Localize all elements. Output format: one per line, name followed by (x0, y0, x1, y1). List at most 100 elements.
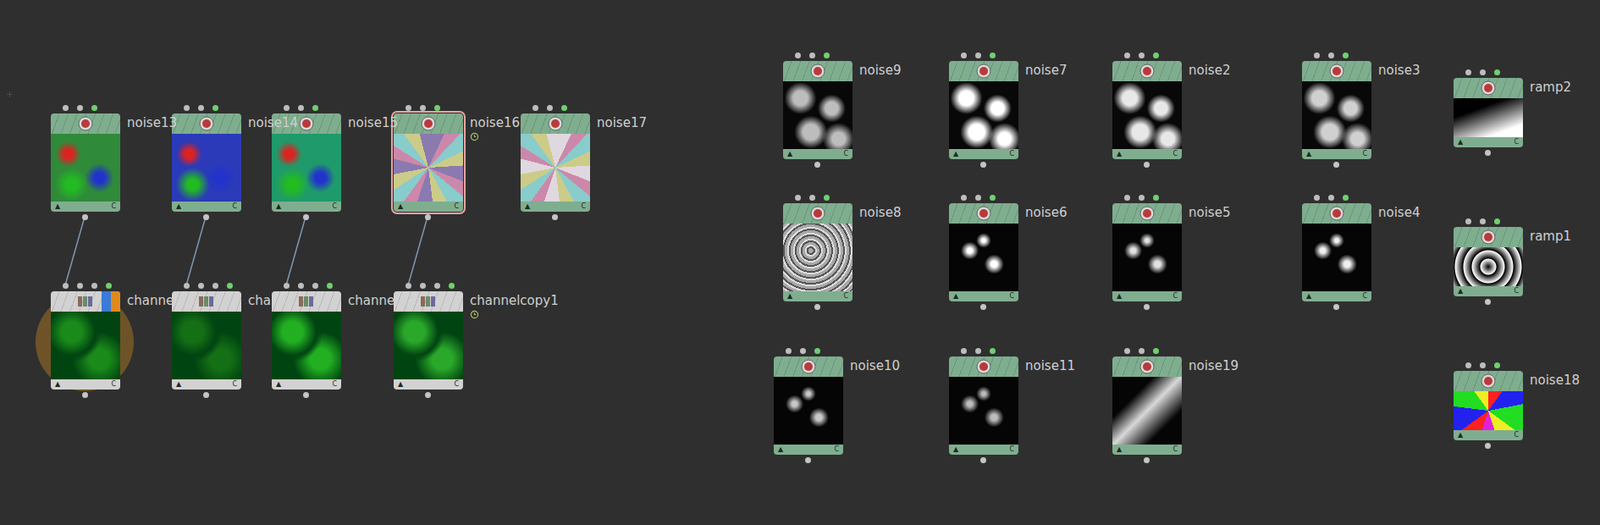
footer-left[interactable]: ▲ (1457, 431, 1463, 439)
node[interactable]: ▲C (50, 113, 121, 212)
node-header[interactable] (271, 291, 342, 312)
footer-right[interactable]: C (1009, 292, 1015, 300)
output-port[interactable] (814, 161, 821, 168)
display-flag[interactable] (101, 291, 121, 312)
port-dot[interactable] (989, 52, 996, 59)
port-dot[interactable] (91, 104, 98, 111)
port-dot[interactable] (183, 282, 190, 289)
network-canvas[interactable]: ▲Cnoise13▲Cnoise14▲Cnoise15▲Cnoise16▲Cno… (0, 0, 1600, 525)
footer-left[interactable]: ▲ (953, 150, 959, 158)
node-header[interactable] (1112, 203, 1182, 224)
node[interactable]: ▲C (171, 291, 242, 390)
port-dot[interactable] (975, 194, 982, 201)
output-port[interactable] (1484, 298, 1491, 305)
port-dot[interactable] (809, 52, 816, 59)
port-dot[interactable] (419, 282, 426, 289)
node-label[interactable]: noise17 (596, 115, 647, 131)
node-label[interactable]: noise18 (1529, 372, 1580, 388)
footer-right[interactable]: C (1172, 446, 1178, 453)
output-port[interactable] (203, 214, 210, 221)
output-port[interactable] (424, 391, 431, 398)
node-label[interactable]: cha (248, 292, 271, 309)
output-port[interactable] (980, 457, 987, 464)
footer-left[interactable]: ▲ (275, 380, 282, 388)
node[interactable]: ▲C (1302, 203, 1372, 302)
port-dot[interactable] (1342, 52, 1349, 59)
output-port[interactable] (1484, 149, 1491, 156)
footer-left[interactable]: ▲ (787, 150, 793, 158)
port-dot[interactable] (814, 347, 821, 354)
port-dot[interactable] (434, 282, 441, 289)
footer-left[interactable]: ▲ (397, 380, 403, 388)
footer-left[interactable]: ▲ (55, 203, 61, 210)
node-label[interactable]: noise5 (1188, 204, 1231, 221)
footer-right[interactable]: C (1172, 150, 1178, 158)
footer-right[interactable]: C (580, 203, 586, 210)
port-dot[interactable] (1153, 52, 1159, 59)
node-label[interactable]: ramp2 (1529, 79, 1572, 95)
port-dot[interactable] (283, 104, 290, 111)
footer-left[interactable]: ▲ (777, 446, 784, 453)
port-dot[interactable] (198, 282, 205, 289)
port-dot[interactable] (1494, 218, 1501, 225)
output-port[interactable] (82, 391, 89, 398)
port-dot[interactable] (823, 52, 830, 59)
wire[interactable] (286, 216, 306, 286)
node-header[interactable] (1453, 226, 1523, 248)
node[interactable]: ▲C (1453, 370, 1523, 441)
port-dot[interactable] (532, 104, 539, 111)
footer-right[interactable]: C (1362, 150, 1368, 158)
port-dot[interactable] (960, 52, 967, 59)
port-dot[interactable] (546, 104, 553, 111)
port-dot[interactable] (561, 104, 568, 111)
node-label[interactable]: noise7 (1025, 62, 1067, 78)
node[interactable]: ▲C (520, 113, 591, 212)
node-label[interactable]: noise9 (859, 62, 901, 78)
output-port[interactable] (1333, 161, 1340, 168)
output-port[interactable] (203, 391, 210, 398)
port-dot[interactable] (1153, 347, 1159, 354)
footer-left[interactable]: ▲ (1457, 287, 1463, 295)
node-header[interactable] (1302, 203, 1372, 224)
node[interactable]: ▲C (1112, 203, 1182, 302)
footer-left[interactable]: ▲ (524, 203, 530, 210)
output-port[interactable] (805, 457, 812, 464)
node[interactable]: ▲C (393, 291, 464, 390)
port-dot[interactable] (297, 104, 304, 111)
footer-right[interactable]: C (1009, 446, 1015, 453)
port-dot[interactable] (91, 282, 98, 289)
port-dot[interactable] (448, 282, 455, 289)
footer-left[interactable]: ▲ (176, 203, 182, 210)
footer-right[interactable]: C (833, 446, 839, 453)
footer-right[interactable]: C (110, 203, 116, 210)
port-dot[interactable] (975, 52, 982, 59)
port-dot[interactable] (1479, 362, 1486, 369)
node-header[interactable] (1112, 356, 1182, 377)
footer-left[interactable]: ▲ (787, 292, 793, 300)
node-label[interactable]: channelcopy1 (469, 292, 559, 320)
node-header[interactable] (783, 60, 853, 82)
footer-left[interactable]: ▲ (1457, 138, 1463, 146)
port-dot[interactable] (77, 282, 83, 289)
port-dot[interactable] (212, 104, 219, 111)
node-label[interactable]: noise4 (1378, 204, 1420, 221)
port-dot[interactable] (297, 282, 304, 289)
port-dot[interactable] (405, 282, 412, 289)
node[interactable]: ▲C (948, 356, 1019, 455)
output-port[interactable] (1143, 457, 1150, 464)
port-dot[interactable] (1138, 52, 1145, 59)
wire[interactable] (408, 216, 428, 286)
node-label[interactable]: noise15 (347, 115, 398, 131)
port-dot[interactable] (1153, 194, 1159, 201)
footer-left[interactable]: ▲ (275, 203, 282, 210)
footer-right[interactable]: C (1172, 292, 1178, 300)
footer-left[interactable]: ▲ (953, 446, 959, 453)
node[interactable]: ▲C (948, 203, 1019, 302)
footer-right[interactable]: C (331, 203, 337, 210)
port-dot[interactable] (326, 282, 333, 289)
footer-right[interactable]: C (843, 292, 849, 300)
node-label[interactable]: noise8 (859, 204, 901, 221)
port-dot[interactable] (794, 52, 801, 59)
footer-right[interactable]: C (231, 203, 238, 210)
port-dot[interactable] (283, 282, 290, 289)
